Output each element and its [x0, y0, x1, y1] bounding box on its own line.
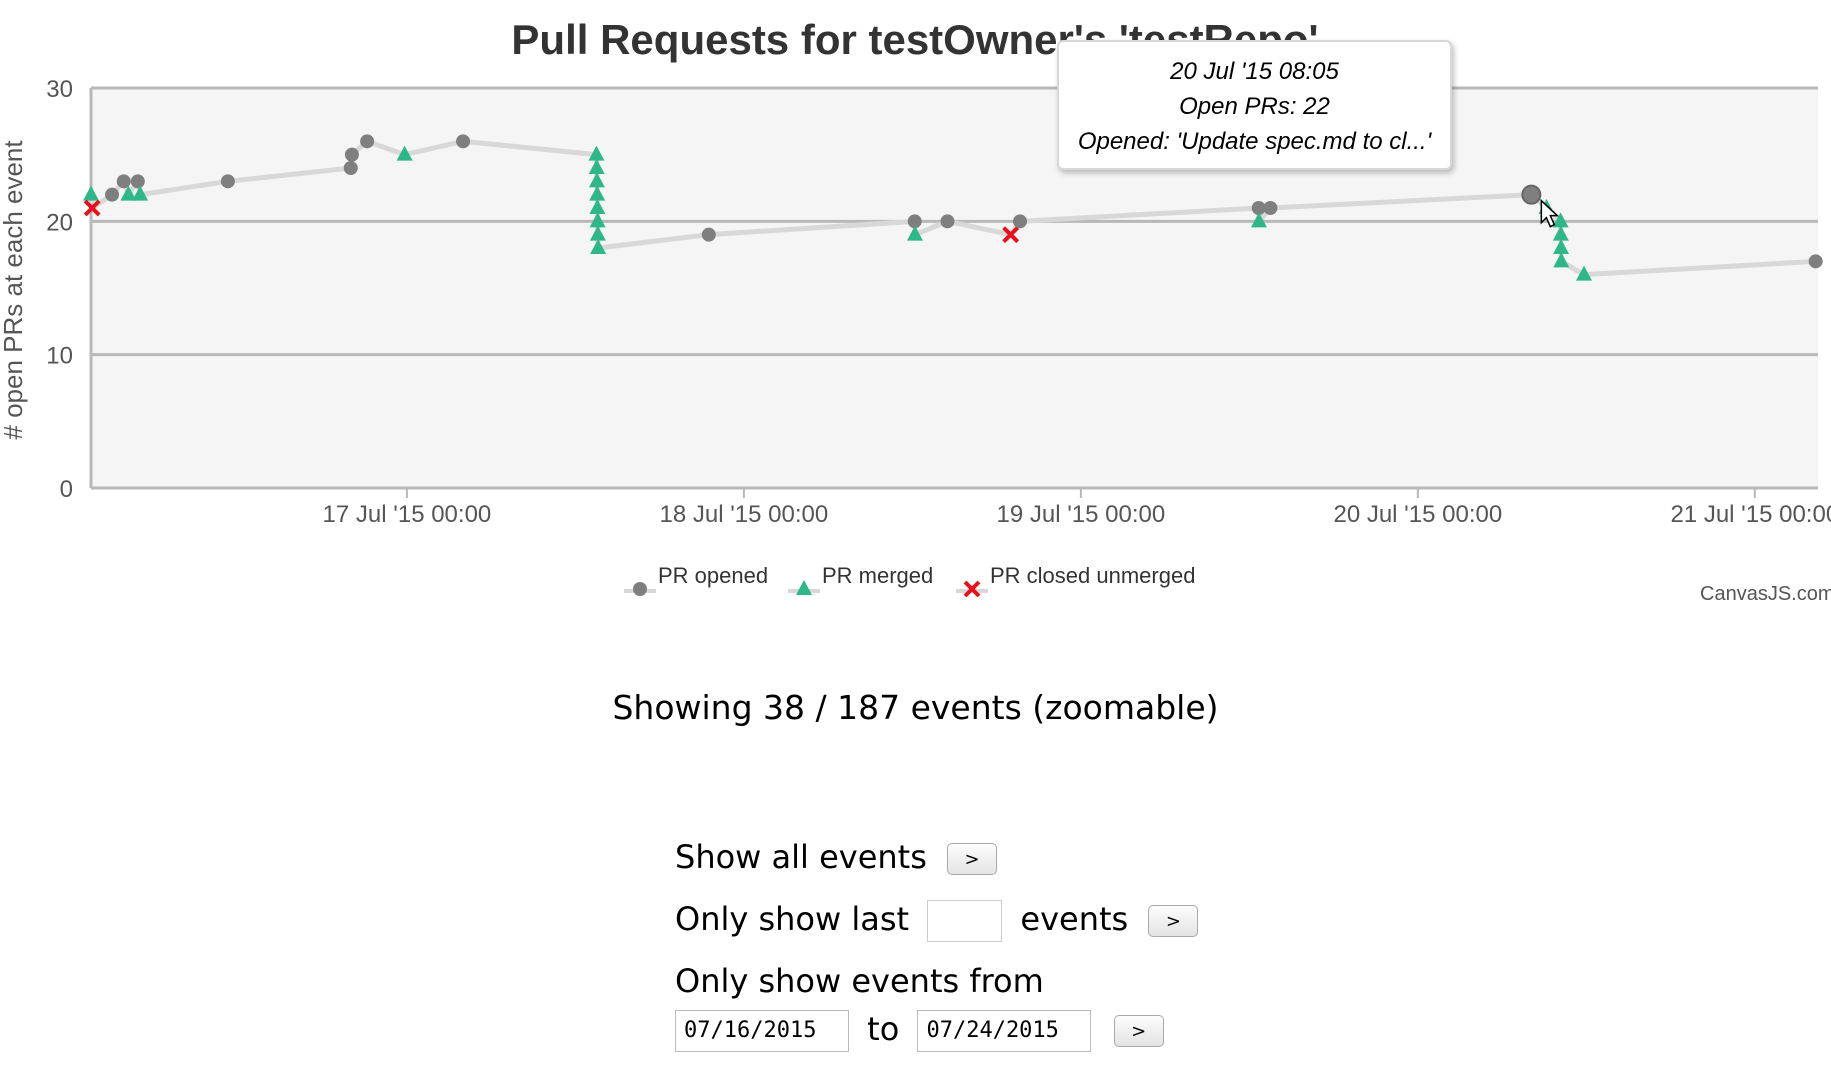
legend-marker-merged [796, 580, 812, 595]
tooltip-open-prs: Open PRs: 22 [1179, 93, 1330, 120]
pr-opened-point [344, 147, 359, 162]
y-tick-label: 20 [46, 209, 73, 236]
x-tick-label: 21 Jul '15 00:00 [1670, 501, 1831, 528]
chart-tooltip: 20 Jul '15 08:05 Open PRs: 22 Opened: 'U… [1057, 40, 1452, 170]
x-tick-label: 19 Jul '15 00:00 [997, 501, 1166, 528]
pr-opened-point [360, 134, 375, 149]
y-axis-label: # open PRs at each event [0, 140, 28, 440]
only-last-row: Only show last events > [675, 900, 1199, 942]
date-range-label: Only show events from [675, 962, 1044, 1000]
pr-opened-point [343, 161, 358, 175]
pr-opened-point [220, 174, 235, 189]
tooltip-date: 20 Jul '15 08:05 [1170, 58, 1339, 85]
show-all-label: Show all events [675, 838, 927, 876]
chart[interactable]: 0 10 20 30 17 Jul '15 00:00 18 Jul '15 00:00 1… [0, 0, 1831, 640]
date-range-button[interactable]: > [1113, 1015, 1164, 1047]
show-all-button[interactable]: > [947, 843, 998, 875]
x-tick-label: 18 Jul '15 00:00 [660, 501, 829, 528]
legend-label: PR closed unmerged [990, 563, 1195, 588]
only-last-button[interactable]: > [1148, 905, 1199, 937]
hovered-point [1521, 184, 1542, 205]
canvasjs-credit-link[interactable]: CanvasJS.com [1700, 583, 1831, 606]
pr-opened-point [130, 174, 145, 189]
legend-label: PR merged [822, 563, 933, 588]
legend-marker-opened [633, 582, 647, 596]
from-date-input[interactable]: 07/16/2015 [675, 1010, 849, 1052]
date-range-row: 07/16/2015 to 07/24/2015 > [675, 1010, 1164, 1052]
pr-opened-point [1808, 254, 1823, 269]
pr-opened-point [1013, 214, 1028, 229]
legend-label: PR opened [658, 563, 768, 588]
pr-opened-point [456, 134, 471, 149]
pr-opened-point [105, 187, 120, 202]
y-tick-label: 30 [46, 76, 73, 103]
to-date-input[interactable]: 07/24/2015 [917, 1010, 1092, 1052]
show-all-row: Show all events > [675, 838, 998, 876]
pr-opened-point [701, 227, 716, 242]
events-suffix-label: events [1020, 900, 1129, 938]
to-label: to [867, 1010, 900, 1048]
last-events-count-input[interactable] [927, 900, 1003, 942]
y-tick-label: 10 [46, 343, 73, 370]
tooltip-opened: Opened: 'Update spec.md to cl...' [1077, 128, 1432, 155]
x-tick-label: 17 Jul '15 00:00 [323, 501, 492, 528]
pr-opened-point [940, 214, 955, 229]
date-range-label-row: Only show events from [675, 962, 1044, 1000]
y-tick-label: 0 [60, 476, 73, 503]
events-summary: Showing 38 / 187 events (zoomable) [612, 688, 1219, 727]
only-last-label: Only show last [675, 900, 910, 938]
pr-opened-point [1263, 201, 1278, 215]
x-tick-label: 20 Jul '15 00:00 [1333, 501, 1502, 528]
